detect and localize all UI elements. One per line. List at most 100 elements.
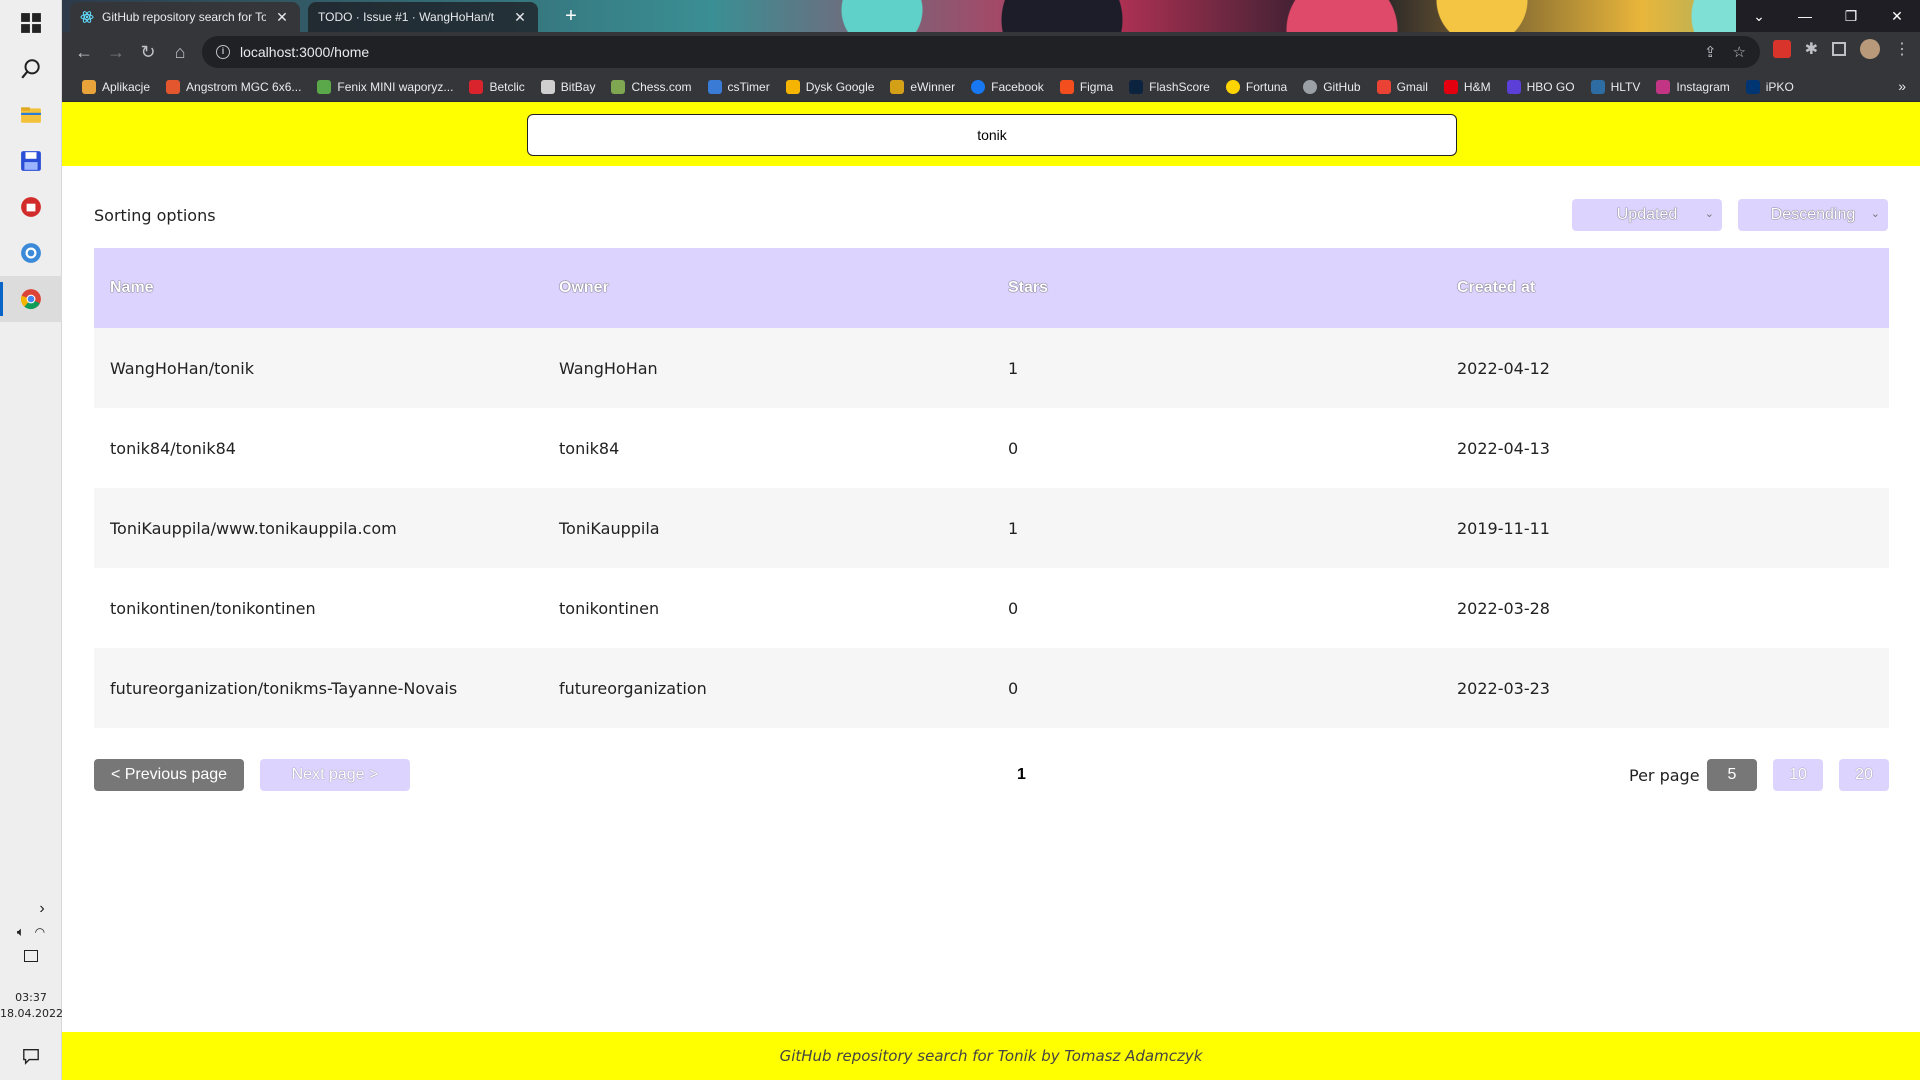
bookmark-favicon-icon <box>1443 79 1458 94</box>
next-page-button[interactable]: Next page > <box>260 759 410 791</box>
search-input[interactable] <box>527 114 1457 156</box>
repo-owner-cell: ToniKauppila <box>559 518 660 538</box>
extensions-puzzle-icon[interactable]: ✱ <box>1805 39 1818 59</box>
system-tray[interactable]: 🔈︎ ◠ <box>0 920 62 944</box>
table-row[interactable]: tonikontinen/tonikontinen tonikontinen 0… <box>94 568 1889 648</box>
column-header-created[interactable]: Created at <box>1441 279 1889 297</box>
bookmark-favicon-icon <box>1506 79 1521 94</box>
start-button[interactable] <box>0 0 62 46</box>
bookmark-favicon-icon <box>1225 79 1240 94</box>
minimize-button[interactable]: — <box>1782 0 1828 32</box>
taskbar-chrome[interactable] <box>0 276 62 322</box>
bookmark-item[interactable]: Chess.com <box>603 74 699 100</box>
table-row[interactable]: futureorganization/tonikms-Tayanne-Novai… <box>94 648 1889 728</box>
sort-order-select[interactable]: Descending ⌄ <box>1738 199 1888 231</box>
bookmark-item[interactable]: GitHub <box>1295 74 1368 100</box>
bookmark-item[interactable]: Fenix MINI waporyz... <box>309 74 461 100</box>
table-row[interactable]: WangHoHan/tonik WangHoHan 1 2022-04-12 <box>94 328 1889 408</box>
bookmark-favicon-icon <box>166 79 181 94</box>
tab-search-button[interactable]: ⌄ <box>1736 0 1782 32</box>
notifications-button[interactable] <box>0 1038 62 1074</box>
close-tab-icon[interactable]: ✕ <box>274 9 290 26</box>
sort-by-select[interactable]: Updated ⌄ <box>1572 199 1722 231</box>
repo-stars-cell: 0 <box>1008 598 1019 618</box>
bookmark-item[interactable]: Fortuna <box>1218 74 1295 100</box>
bookmark-item[interactable]: H&M <box>1436 74 1499 100</box>
previous-page-button[interactable]: < Previous page <box>94 759 244 791</box>
bookmark-item[interactable]: eWinner <box>882 74 963 100</box>
profile-avatar[interactable] <box>1860 39 1880 59</box>
column-header-owner[interactable]: Owner <box>543 279 992 297</box>
bookmark-favicon-icon <box>611 79 626 94</box>
bookmark-item[interactable]: HBO GO <box>1499 74 1583 100</box>
restore-button[interactable]: ❐ <box>1828 0 1874 32</box>
bookmark-item[interactable]: BitBay <box>533 74 604 100</box>
browser-menu-icon[interactable]: ⋮ <box>1894 39 1910 59</box>
side-panel-icon[interactable] <box>1832 42 1846 56</box>
bookmark-item[interactable]: Betclic <box>461 74 532 100</box>
bookmark-item[interactable]: Figma <box>1052 74 1121 100</box>
address-bar[interactable]: i localhost:3000/home ⇪ ☆ <box>202 36 1760 68</box>
bookmark-item[interactable]: Facebook <box>963 74 1052 100</box>
bookmark-label: iPKO <box>1765 79 1794 94</box>
tab-github-search[interactable]: GitHub repository search for Toni ✕ <box>70 2 300 32</box>
bookmark-item[interactable]: Dysk Google <box>778 74 883 100</box>
repo-owner-cell: futureorganization <box>559 678 707 698</box>
forward-button[interactable]: → <box>102 38 130 66</box>
show-hidden-icons-button[interactable]: › <box>0 895 62 923</box>
reload-button[interactable]: ↻ <box>134 38 162 66</box>
bookmarks-overflow-icon[interactable]: » <box>1898 78 1906 94</box>
taskbar-file-explorer[interactable] <box>0 92 62 138</box>
chrome-icon <box>20 289 41 310</box>
bookmark-item[interactable]: Gmail <box>1369 74 1436 100</box>
bookmark-item[interactable]: Aplikacje <box>74 74 158 100</box>
search-header <box>62 102 1920 166</box>
repo-created-cell: 2022-04-13 <box>1457 438 1550 458</box>
bookmark-item[interactable]: iPKO <box>1738 74 1802 100</box>
column-header-name[interactable]: Name <box>94 279 543 297</box>
new-tab-button[interactable]: + <box>558 4 584 30</box>
close-tab-icon[interactable]: ✕ <box>512 9 528 26</box>
site-info-icon[interactable]: i <box>216 45 230 59</box>
home-button[interactable]: ⌂ <box>166 38 194 66</box>
column-header-stars[interactable]: Stars <box>992 279 1441 297</box>
bookmark-label: Aplikacje <box>102 79 151 94</box>
arrow-left-icon: ← <box>75 41 93 62</box>
per-page-option-10[interactable]: 10 <box>1773 759 1823 791</box>
close-window-button[interactable]: ✕ <box>1874 0 1920 32</box>
bookmark-favicon-icon <box>1129 79 1144 94</box>
page-footer: GitHub repository search for Tonik by To… <box>62 1032 1920 1080</box>
extension-icon[interactable] <box>1772 40 1791 58</box>
back-button[interactable]: ← <box>70 38 98 66</box>
per-page-option-5[interactable]: 5 <box>1707 759 1757 791</box>
tab-title: TODO · Issue #1 · WangHoHan/t <box>318 10 495 24</box>
bookmark-item[interactable]: HLTV <box>1583 74 1649 100</box>
tray-app-button[interactable] <box>0 944 62 968</box>
bookmark-label: Fortuna <box>1245 79 1288 94</box>
bookmark-item[interactable]: FlashScore <box>1121 74 1218 100</box>
taskbar-time[interactable]: 03:37 <box>0 990 62 1006</box>
taskbar-app-red[interactable] <box>0 184 62 230</box>
taskbar-save-app[interactable] <box>0 138 62 184</box>
restore-icon: ❐ <box>1844 7 1858 24</box>
taskbar-app-blue[interactable] <box>0 230 62 276</box>
bookmark-item[interactable]: Angstrom MGC 6x6... <box>158 74 309 100</box>
current-page-number: 1 <box>1017 766 1026 783</box>
table-row[interactable]: tonik84/tonik84 tonik84 0 2022-04-13 <box>94 408 1889 488</box>
tray-app-icon <box>24 950 38 962</box>
taskbar-date[interactable]: 18.04.2022 <box>0 1006 63 1022</box>
repo-stars-cell: 1 <box>1008 358 1019 378</box>
table-row[interactable]: ToniKauppila/www.tonikauppila.com ToniKa… <box>94 488 1889 568</box>
bookmark-label: H&M <box>1463 79 1491 94</box>
bookmark-favicon-icon <box>82 79 96 94</box>
url-text[interactable]: localhost:3000/home <box>240 44 369 60</box>
per-page-option-20[interactable]: 20 <box>1839 759 1889 791</box>
bookmark-star-icon[interactable]: ☆ <box>1733 43 1746 61</box>
share-icon[interactable]: ⇪ <box>1704 43 1717 61</box>
taskbar-search-button[interactable] <box>0 46 62 92</box>
bookmark-label: BitBay <box>560 79 596 94</box>
bookmark-item[interactable]: Instagram <box>1648 74 1737 100</box>
tab-strip: GitHub repository search for Toni ✕ TODO… <box>62 0 1920 32</box>
bookmark-item[interactable]: csTimer <box>700 74 778 100</box>
tab-todo-issue[interactable]: TODO · Issue #1 · WangHoHan/t ✕ <box>308 2 538 32</box>
